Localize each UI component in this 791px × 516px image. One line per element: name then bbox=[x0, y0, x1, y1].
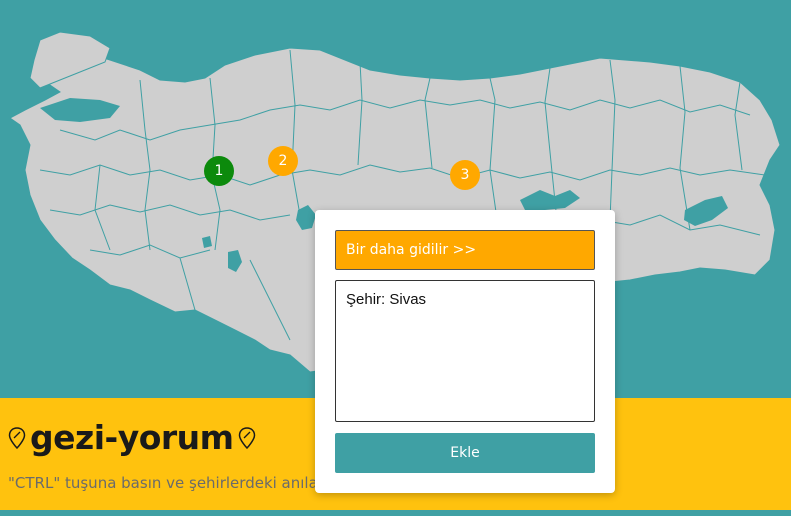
location-pin-icon bbox=[8, 426, 26, 449]
bottom-strip bbox=[0, 510, 791, 516]
visit-again-label: Bir daha gidilir >> bbox=[346, 242, 477, 258]
map-marker-3[interactable]: 3 bbox=[450, 160, 480, 190]
marker-label: 3 bbox=[460, 167, 470, 183]
map-marker-1[interactable]: 1 bbox=[204, 156, 234, 186]
comment-text: Şehir: Sivas bbox=[346, 291, 427, 308]
marker-label: 2 bbox=[278, 153, 288, 169]
comment-textarea[interactable]: Şehir: Sivas bbox=[335, 280, 595, 422]
marker-label: 1 bbox=[214, 163, 224, 179]
comment-modal: Bir daha gidilir >> Şehir: Sivas Ekle bbox=[315, 210, 615, 493]
instruction-visible: "CTRL" tuşuna basın ve şehirlerdeki anıl… bbox=[8, 474, 318, 492]
add-button-label: Ekle bbox=[450, 445, 480, 461]
brand: gezi-yorum bbox=[8, 418, 256, 457]
visit-again-button[interactable]: Bir daha gidilir >> bbox=[335, 230, 595, 270]
add-button[interactable]: Ekle bbox=[335, 433, 595, 473]
location-pin-icon bbox=[238, 426, 255, 449]
site-title: gezi-yorum bbox=[30, 418, 234, 457]
map-marker-2[interactable]: 2 bbox=[268, 146, 298, 176]
